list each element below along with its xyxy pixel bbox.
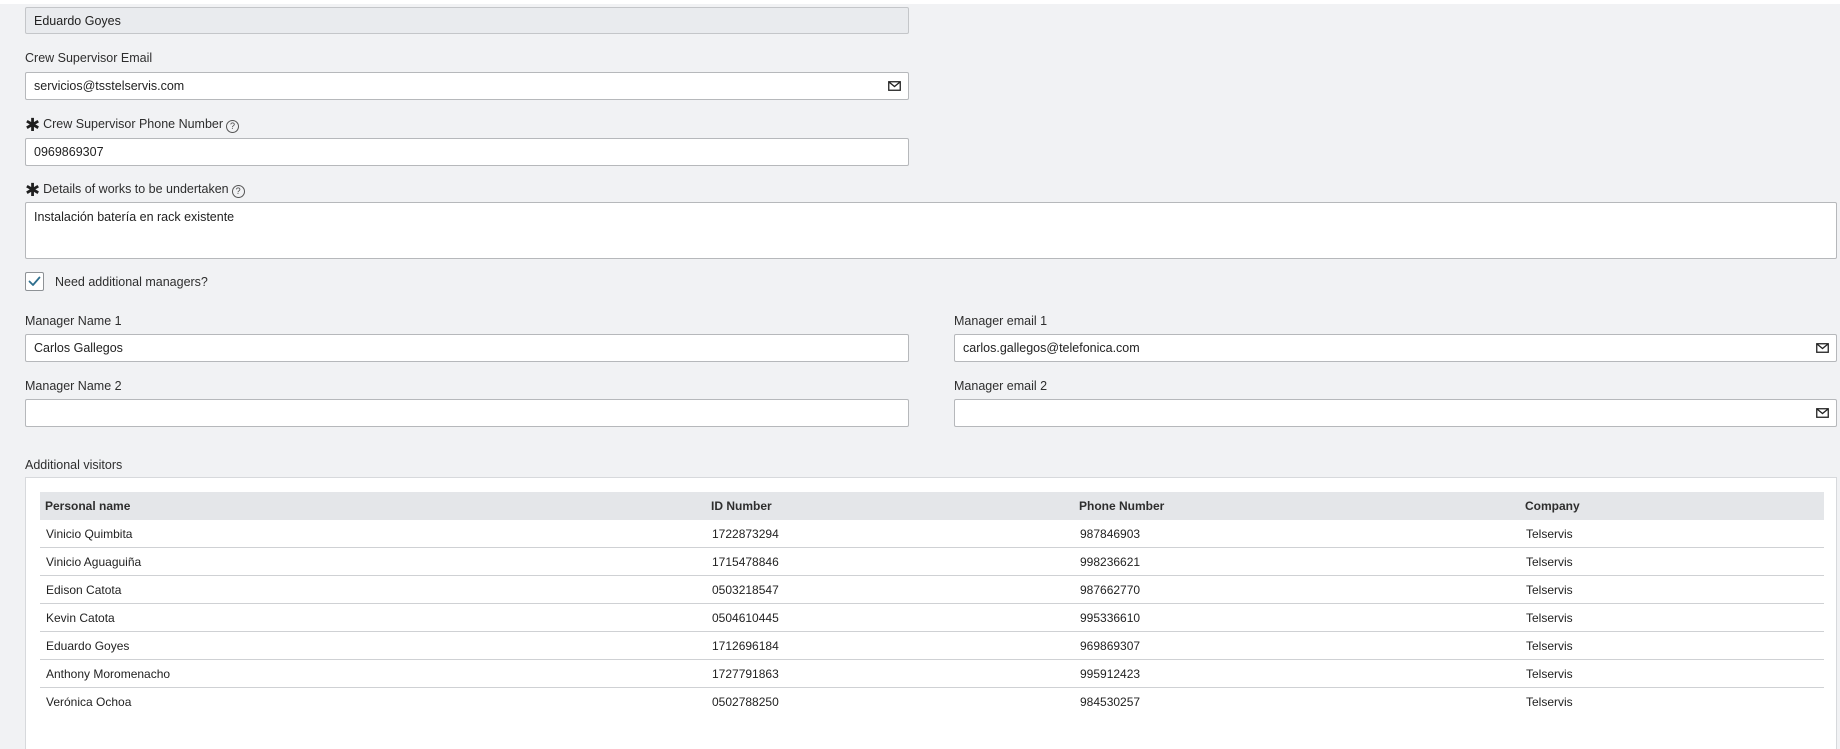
crew-supervisor-name-field: Eduardo Goyes [25, 7, 909, 34]
crew-supervisor-email-field[interactable]: servicios@tsstelservis.com [25, 72, 882, 100]
additional-managers-checkbox[interactable] [25, 272, 44, 291]
cell-phone-number: 995912423 [1074, 659, 1520, 688]
crew-supervisor-phone-label-text: Crew Supervisor Phone Number [43, 117, 224, 131]
manager-name-1-label: Manager Name 1 [25, 314, 122, 328]
cell-company: Telservis [1520, 547, 1824, 576]
cell-id-number: 1727791863 [706, 659, 1074, 688]
checkmark-icon [28, 276, 41, 286]
cell-phone-number: 995336610 [1074, 603, 1520, 632]
envelope-icon [1815, 343, 1829, 353]
cell-id-number: 0504610445 [706, 603, 1074, 632]
asterisk-icon: ✱ [25, 180, 41, 200]
column-header-company[interactable]: Company [1520, 492, 1824, 520]
visitors-table-container: Personal name ID Number Phone Number Com… [25, 477, 1837, 749]
manager-email-2-field[interactable] [954, 399, 1809, 427]
cell-company: Telservis [1520, 659, 1824, 688]
visitors-table-header-row: Personal name ID Number Phone Number Com… [40, 492, 1824, 520]
top-strip [0, 0, 1840, 4]
cell-id-number: 0503218547 [706, 575, 1074, 604]
cell-phone-number: 987846903 [1074, 520, 1520, 548]
visitors-table: Personal name ID Number Phone Number Com… [40, 492, 1824, 715]
cell-personal-name: Verónica Ochoa [46, 694, 132, 709]
cell-personal-name: Vinicio Aguaguiña [40, 547, 706, 576]
cell-phone-number: 969869307 [1074, 631, 1520, 660]
envelope-icon [1815, 408, 1829, 418]
cell-company: Telservis [1520, 520, 1824, 548]
cell-company: Telservis [1520, 603, 1824, 632]
manager-name-1-field[interactable]: Carlos Gallegos [25, 334, 909, 362]
form-page: Eduardo Goyes Crew Supervisor Email serv… [0, 0, 1840, 749]
additional-visitors-label: Additional visitors [25, 458, 123, 472]
asterisk-icon: ✱ [25, 115, 41, 135]
cell-company: Telservis [1526, 694, 1573, 709]
crew-supervisor-email-button[interactable] [881, 72, 909, 100]
cell-company: Telservis [1520, 631, 1824, 660]
column-header-phone-number[interactable]: Phone Number [1074, 492, 1520, 520]
crew-supervisor-email-label: Crew Supervisor Email [25, 51, 153, 65]
table-row[interactable]: Kevin Catota 0504610445 995336610 Telser… [40, 603, 1824, 632]
column-header-id-number[interactable]: ID Number [706, 492, 1074, 520]
cell-id-number: 1712696184 [706, 631, 1074, 660]
crew-supervisor-phone-label: ✱ Crew Supervisor Phone Number? [25, 115, 240, 135]
manager-name-2-field[interactable] [25, 399, 909, 427]
table-row[interactable]: Eduardo Goyes 1712696184 969869307 Telse… [40, 631, 1824, 660]
cell-personal-name: Kevin Catota [40, 603, 706, 632]
cell-phone-number: 998236621 [1074, 547, 1520, 576]
crew-supervisor-phone-field[interactable]: 0969869307 [25, 138, 909, 166]
table-row[interactable]: Verónica Ochoa 0502788250 984530257 Tels… [40, 688, 1824, 716]
works-details-label: ✱ Details of works to be undertaken? [25, 180, 245, 200]
cell-phone-number: 987662770 [1074, 575, 1520, 604]
cell-personal-name: Anthony Moromenacho [40, 659, 706, 688]
additional-managers-label[interactable]: Need additional managers? [55, 274, 208, 290]
manager-email-1-label: Manager email 1 [954, 314, 1048, 328]
cell-company: Telservis [1520, 575, 1824, 604]
table-row[interactable]: Edison Catota 0503218547 987662770 Telse… [40, 575, 1824, 604]
manager-email-2-label: Manager email 2 [954, 379, 1048, 393]
manager-email-1-field[interactable]: carlos.gallegos@telefonica.com [954, 334, 1809, 362]
table-row[interactable]: Vinicio Aguaguiña 1715478846 998236621 T… [40, 547, 1824, 576]
cell-id-number: 1715478846 [706, 547, 1074, 576]
cell-personal-name: Eduardo Goyes [40, 631, 706, 660]
manager-name-2-label: Manager Name 2 [25, 379, 122, 393]
cell-phone-number: 984530257 [1080, 694, 1141, 709]
table-row[interactable]: Anthony Moromenacho 1727791863 995912423… [40, 659, 1824, 688]
manager-email-1-button[interactable] [1808, 334, 1837, 362]
works-details-textarea[interactable]: Instalación batería en rack existente [25, 202, 1837, 259]
help-circle-icon[interactable]: ? [231, 185, 245, 198]
cell-id-number: 0502788250 [712, 694, 779, 709]
manager-email-2-button[interactable] [1808, 399, 1837, 427]
envelope-icon [888, 81, 901, 91]
cell-personal-name: Edison Catota [40, 575, 706, 604]
table-row[interactable]: Vinicio Quimbita 1722873294 987846903 Te… [40, 520, 1824, 548]
cell-personal-name: Vinicio Quimbita [40, 520, 706, 548]
help-circle-icon[interactable]: ? [226, 120, 240, 133]
cell-id-number: 1722873294 [706, 520, 1074, 548]
column-header-personal-name[interactable]: Personal name [40, 492, 706, 520]
works-details-label-text: Details of works to be undertaken [43, 182, 229, 196]
